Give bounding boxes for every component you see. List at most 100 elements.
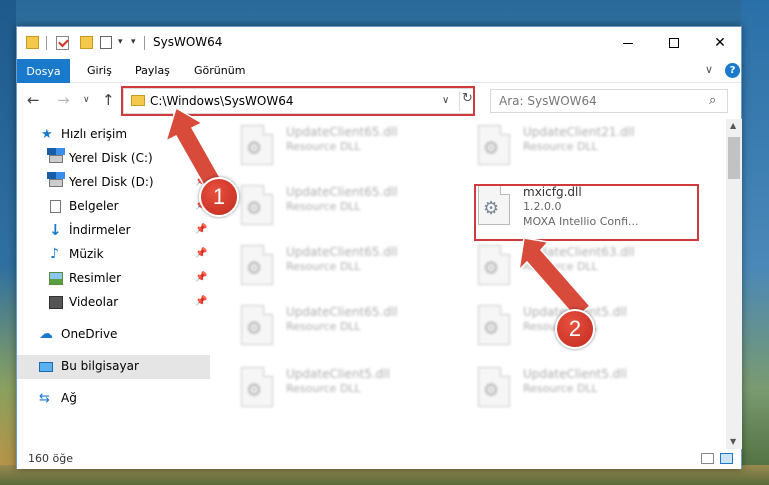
ribbon-tabs: Dosya Giriş Paylaş Görünüm ∨ ? [17,59,741,83]
drive-icon [47,148,65,163]
scrollbar-thumb[interactable] [728,137,740,179]
search-input[interactable]: Ara: SysWOW64 ⌕ [490,89,728,113]
sidebar-item-local-disk-d[interactable]: Yerel Disk (D:) 📌 [17,171,210,195]
maximize-button[interactable] [651,27,697,59]
properties-icon[interactable] [100,36,112,49]
step-2-badge: 2 [555,309,595,349]
expand-ribbon-icon[interactable]: ∨ [705,63,713,76]
dll-file-icon: ⚙ [478,305,510,345]
pin-icon[interactable]: 📌 [195,224,207,235]
dll-file-icon: ⚙ [241,305,273,345]
drive-icon [47,172,65,187]
file-name: UpdateClient65.dll [286,305,398,319]
file-explorer-window: ▾ ▾ SysWOW64 ✕ Dosya Giriş Paylaş Görünü… [16,26,742,469]
properties-check-icon[interactable] [56,36,69,50]
search-placeholder: Ara: SysWOW64 [499,94,597,108]
desktop-background-left [0,0,16,485]
file-name: UpdateClient65.dll [286,245,398,259]
file-name: UpdateClient5.dll [286,367,390,381]
tab-file[interactable]: Dosya [17,59,70,83]
sidebar-item-label: Ağ [61,391,77,405]
dll-file-icon: ⚙ [478,125,510,165]
file-tile[interactable]: ⚙ UpdateClient21.dll Resource DLL [465,119,695,171]
music-icon: ♪ [50,246,59,262]
file-type: Resource DLL [286,260,361,273]
file-list: ⚙ UpdateClient65.dll Resource DLL ⚙ Upda… [228,119,725,449]
sidebar-item-network[interactable]: ⇆ Ağ [17,387,210,411]
details-view-icon[interactable] [701,453,714,464]
sidebar-item-local-disk-c[interactable]: Yerel Disk (C:) [17,147,210,171]
recent-locations-icon[interactable]: ∨ [83,95,90,105]
folder-icon [26,36,39,49]
dll-file-icon: ⚙ [241,125,273,165]
scroll-up-icon[interactable]: ▲ [730,121,736,130]
help-icon[interactable]: ? [725,63,740,78]
sidebar-item-pictures[interactable]: Resimler 📌 [17,267,210,291]
file-type: Resource DLL [523,260,598,273]
network-icon: ⇆ [39,391,50,406]
navigation-pane: ★ Hızlı erişim Yerel Disk (C:) Yerel Dis… [17,119,210,449]
minimize-button[interactable] [605,27,651,59]
desktop-background-right [741,0,769,485]
item-count: 160 öğe [28,452,73,465]
tab-share[interactable]: Paylaş [135,64,170,77]
downloads-icon: ↓ [49,221,62,239]
pin-icon[interactable]: 📌 [195,248,207,259]
sidebar-item-music[interactable]: ♪ Müzik 📌 [17,243,210,267]
pin-icon[interactable]: 📌 [195,272,207,283]
file-tile[interactable]: ⚙ UpdateClient65.dll Resource DLL [228,299,458,351]
sidebar-item-onedrive[interactable]: ☁ OneDrive [17,323,210,347]
file-tile[interactable]: ⚙ UpdateClient5.dll Resource DLL [228,361,458,413]
pin-icon[interactable]: 📌 [195,296,207,307]
close-button[interactable]: ✕ [697,27,743,59]
sidebar-item-label: Yerel Disk (C:) [69,151,153,165]
sidebar-item-label: Yerel Disk (D:) [69,175,154,189]
tab-view[interactable]: Görünüm [194,64,245,77]
file-name: UpdateClient65.dll [286,125,398,139]
sidebar-item-documents[interactable]: Belgeler 📌 [17,195,210,219]
file-tile[interactable]: ⚙ UpdateClient65.dll Resource DLL [228,119,458,171]
file-highlight-box [474,184,699,241]
sidebar-item-this-pc[interactable]: Bu bilgisayar [17,355,210,379]
forward-button[interactable]: → [57,91,70,109]
file-tile[interactable]: ⚙ UpdateClient65.dll Resource DLL [228,179,458,231]
gear-icon: ⚙ [483,138,500,159]
file-tile[interactable]: ⚙ UpdateClient63.dll Resource DLL [465,239,695,291]
gear-icon: ⚙ [246,138,263,159]
sidebar-item-label: Belgeler [69,199,119,213]
step-1-badge: 1 [199,177,239,217]
new-folder-icon[interactable] [80,36,93,49]
file-type: Resource DLL [523,140,598,153]
onedrive-icon: ☁ [39,326,53,342]
sidebar-item-quick-access[interactable]: ★ Hızlı erişim [17,123,210,147]
sidebar-item-label: Hızlı erişim [61,127,128,141]
back-button[interactable]: ← [27,91,40,109]
file-tile[interactable]: ⚙ UpdateClient65.dll Resource DLL [228,239,458,291]
vertical-scrollbar[interactable]: ▲ ▼ [726,119,742,449]
navigation-bar: ← → ∨ ↑ C:\Windows\SysWOW64 ∨ ↻ Ara: Sys… [17,84,741,117]
sidebar-item-downloads[interactable]: ↓ İndirmeler 📌 [17,219,210,243]
title-divider [144,36,145,50]
scroll-down-icon[interactable]: ▼ [730,437,736,446]
dll-file-icon: ⚙ [241,185,273,225]
quick-access-dropdown-icon[interactable]: ▾ [118,37,123,53]
file-type: Resource DLL [286,140,361,153]
star-icon: ★ [41,127,53,142]
videos-icon [49,296,63,309]
status-bar: 160 öğe [17,449,741,469]
dll-file-icon: ⚙ [241,245,273,285]
dll-file-icon: ⚙ [478,245,510,285]
documents-icon [50,200,61,213]
gear-icon: ⚙ [246,258,263,279]
sidebar-item-videos[interactable]: Videolar 📌 [17,291,210,315]
sidebar-item-label: İndirmeler [69,223,131,237]
up-button[interactable]: ↑ [102,91,115,109]
dll-file-icon: ⚙ [241,367,273,407]
customize-toolbar-icon[interactable]: ▾ [131,37,136,53]
search-icon[interactable]: ⌕ [709,93,716,108]
file-type: Resource DLL [523,382,598,395]
file-tile[interactable]: ⚙ UpdateClient5.dll Resource DLL [465,361,695,413]
tab-home[interactable]: Giriş [87,64,112,77]
dll-file-icon: ⚙ [478,367,510,407]
tiles-view-icon[interactable] [720,453,733,464]
